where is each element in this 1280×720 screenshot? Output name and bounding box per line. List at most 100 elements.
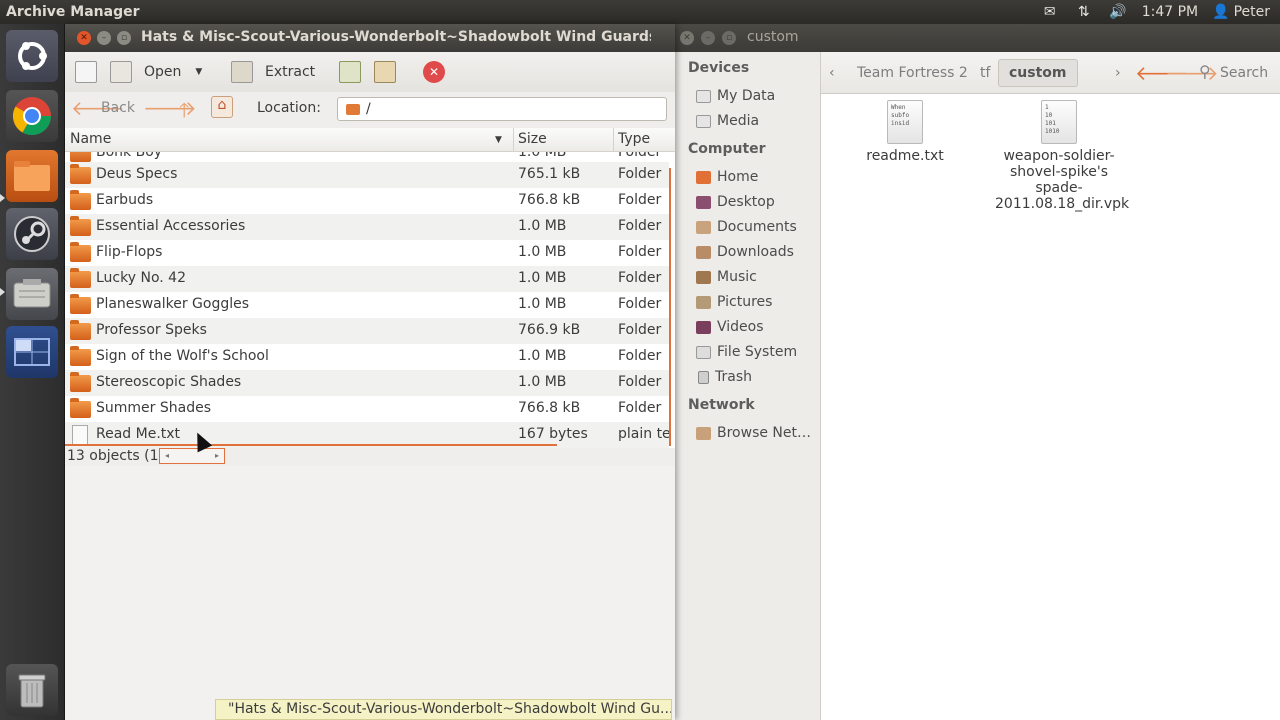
archive-titlebar[interactable]: ✕ – ▫ Hats & Misc-Scout-Various-Wonderbo… [65, 24, 675, 52]
sidebar-item-file-system[interactable]: File System [696, 342, 797, 362]
location-label: Location: [257, 100, 321, 116]
table-row[interactable]: Professor Speks 766.9 kB Folder [65, 318, 669, 344]
back-button[interactable]: Back [101, 100, 135, 116]
archive-manager-icon[interactable] [6, 268, 58, 320]
column-separator[interactable] [513, 128, 514, 152]
add-folder-button[interactable] [374, 58, 396, 86]
row-name: Flip-Flops [96, 244, 163, 260]
scroll-right-icon[interactable]: ▸ [215, 451, 219, 460]
folder-icon [70, 372, 91, 392]
sidebar-item-label: Downloads [717, 244, 794, 260]
search-button[interactable]: Search [1220, 65, 1268, 81]
maximize-icon[interactable]: ▫ [722, 31, 736, 45]
files-icon[interactable] [6, 150, 58, 202]
breadcrumb-scroll-right-icon[interactable]: › [1115, 65, 1121, 81]
column-type[interactable]: Type [618, 131, 650, 147]
row-name: Earbuds [96, 192, 154, 208]
drive-icon [696, 89, 711, 103]
horizontal-scrollbar[interactable]: ◂ ▸ [159, 448, 225, 464]
table-row[interactable]: Lucky No. 42 1.0 MB Folder [65, 266, 669, 292]
add-folder-icon [374, 61, 396, 83]
sidebar-item-my-data[interactable]: My Data [696, 86, 775, 106]
sidebar-item-downloads[interactable]: Downloads [696, 242, 794, 262]
file-readme[interactable]: When subfo insid readme.txt [845, 100, 965, 164]
row-type: Folder [618, 192, 662, 208]
workspace-switcher-icon[interactable] [6, 326, 58, 378]
column-size[interactable]: Size [518, 131, 547, 147]
sidebar-item-label: Browse Net… [717, 425, 812, 441]
folder-icon [70, 216, 91, 236]
file-list-header: Name ▼ Size Type [65, 128, 675, 152]
sidebar-item-documents[interactable]: Documents [696, 217, 797, 237]
music-icon [696, 270, 711, 284]
add-files-button[interactable] [339, 58, 361, 86]
sidebar-item-trash[interactable]: Trash [696, 367, 752, 387]
home-icon[interactable]: ⌂ [211, 96, 233, 118]
extract-button[interactable]: Extract [231, 58, 315, 86]
search-icon[interactable]: ⚲ [1199, 62, 1211, 81]
column-name[interactable]: Name [70, 131, 111, 147]
table-row[interactable]: Essential Accessories 1.0 MB Folder [65, 214, 669, 240]
table-row[interactable]: Summer Shades 766.8 kB Folder [65, 396, 669, 422]
row-type: Folder [618, 296, 662, 312]
file-manager-toolbar: ‹ Team Fortress 2 tf custom › 🡐 🡒 ⚲ Sear… [821, 52, 1280, 94]
sidebar-item-label: Documents [717, 219, 797, 235]
clock[interactable]: 1:47 PM [1142, 4, 1198, 20]
location-value: / [366, 101, 371, 117]
table-row[interactable]: Flip-Flops 1.0 MB Folder [65, 240, 669, 266]
table-row[interactable]: Stereoscopic Shades 1.0 MB Folder [65, 370, 669, 396]
sidebar-item-videos[interactable]: Videos [696, 317, 764, 337]
file-manager-title: custom [747, 29, 799, 45]
sidebar-item-pictures[interactable]: Pictures [696, 292, 772, 312]
location-field[interactable]: / [337, 97, 667, 121]
file-vpk[interactable]: 1 10 101 1010 weapon-soldier-shovel-spik… [995, 100, 1129, 212]
sort-down-icon[interactable]: ▼ [495, 135, 502, 145]
table-row[interactable]: Earbuds 766.8 kB Folder [65, 188, 669, 214]
open-button[interactable]: Open ▼ [110, 58, 202, 86]
status-bar: 13 objects (11 ◂ ▸ [65, 448, 675, 466]
sidebar-item-media[interactable]: Media [696, 111, 759, 131]
scroll-left-icon[interactable]: ◂ [165, 451, 169, 460]
trash-icon[interactable] [6, 664, 58, 716]
close-icon[interactable]: ✕ [77, 31, 91, 45]
binary-file-icon: 1 10 101 1010 [1041, 100, 1077, 144]
file-name: weapon-soldier-shovel-spike's spade-2011… [995, 148, 1130, 212]
steam-icon[interactable] [6, 208, 58, 260]
drive-icon [696, 114, 711, 128]
minimize-icon[interactable]: – [701, 31, 715, 45]
sidebar-item-desktop[interactable]: Desktop [696, 192, 775, 212]
extract-label: Extract [265, 64, 316, 80]
up-arrow-icon[interactable]: 🡑 [179, 96, 189, 130]
chrome-icon[interactable] [6, 90, 58, 142]
breadcrumb-scroll-left-icon[interactable]: ‹ [829, 65, 835, 81]
breadcrumb-team-fortress-2[interactable]: Team Fortress 2 [857, 65, 968, 81]
volume-icon[interactable]: 🔊 [1108, 4, 1128, 20]
table-row[interactable]: Deus Specs 765.1 kB Folder [65, 162, 669, 188]
indicator-area: ✉ ⇅ 🔊 1:47 PM 👤 Peter [1040, 0, 1270, 24]
new-archive-button[interactable] [75, 58, 97, 86]
sidebar-item-browse-network[interactable]: Browse Net… [696, 423, 811, 443]
column-separator[interactable] [613, 128, 614, 152]
close-icon[interactable]: ✕ [680, 31, 694, 45]
vertical-scrollbar[interactable] [669, 168, 671, 446]
stop-button[interactable]: ✕ [423, 58, 445, 86]
breadcrumb-custom[interactable]: custom [998, 59, 1078, 87]
sidebar-item-music[interactable]: Music [696, 267, 757, 287]
user-menu[interactable]: 👤 Peter [1212, 4, 1270, 20]
add-files-icon [339, 61, 361, 83]
row-size: 766.9 kB [518, 322, 581, 338]
sidebar-item-home[interactable]: Home [696, 167, 758, 187]
mail-icon[interactable]: ✉ [1040, 4, 1060, 20]
chevron-down-icon[interactable]: ▼ [195, 67, 202, 77]
videos-icon [696, 320, 711, 334]
ubuntu-dash-icon[interactable] [6, 30, 58, 82]
row-name: Stereoscopic Shades [96, 374, 242, 390]
breadcrumb-tf[interactable]: tf [980, 65, 990, 81]
table-row[interactable]: Planeswalker Goggles 1.0 MB Folder [65, 292, 669, 318]
table-row[interactable]: Sign of the Wolf's School 1.0 MB Folder [65, 344, 669, 370]
file-manager-titlebar[interactable]: ✕ – ▫ custom [675, 24, 1280, 52]
minimize-icon[interactable]: – [97, 31, 111, 45]
sidebar-item-label: Pictures [717, 294, 773, 310]
network-icon[interactable]: ⇅ [1074, 4, 1094, 20]
maximize-icon[interactable]: ▫ [117, 31, 131, 45]
